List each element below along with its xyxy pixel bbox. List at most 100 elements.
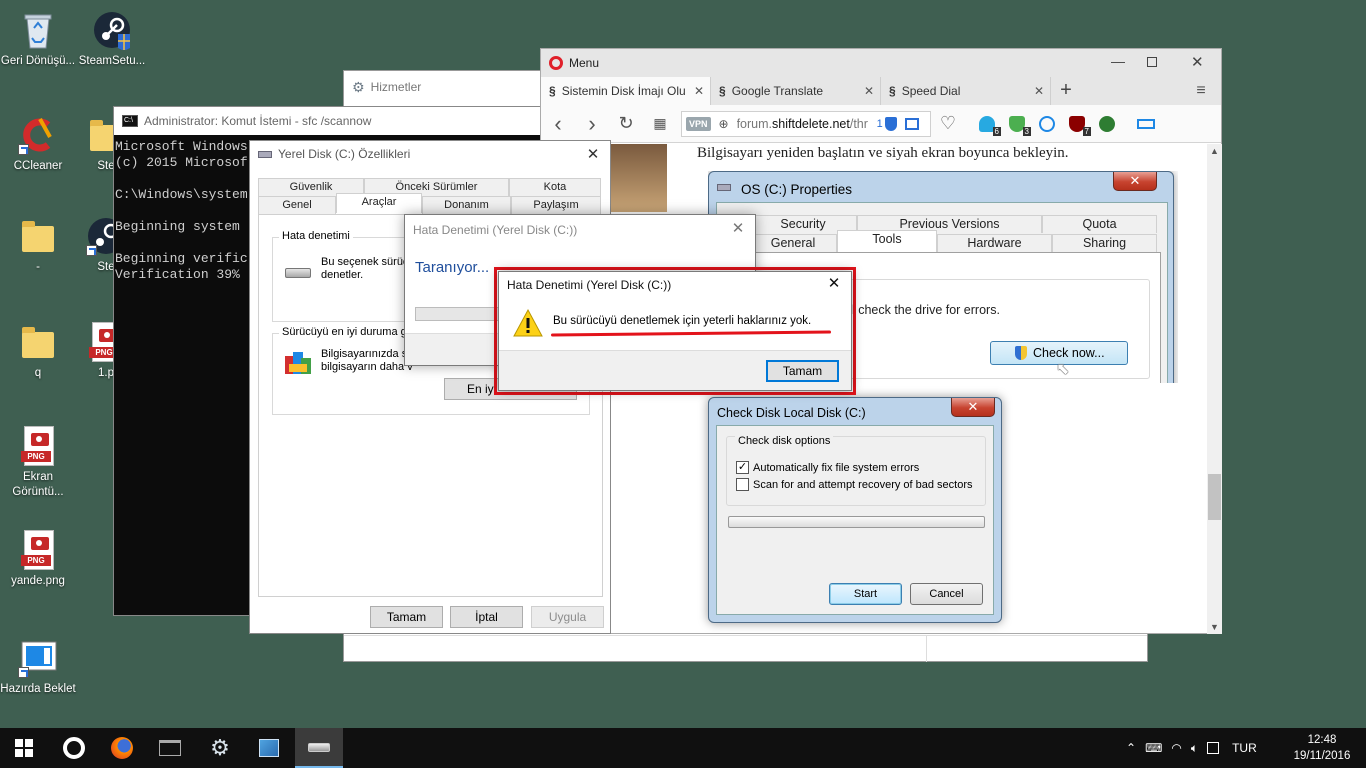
tab-google-translate[interactable]: § Google Translate ✕ (711, 77, 881, 105)
language-indicator[interactable]: TUR (1232, 741, 1257, 755)
volume-icon[interactable]: 🔈︎ (1191, 741, 1198, 756)
desktop-icon-ekran-goruntusu[interactable]: PNG Ekran Görüntü... (0, 426, 76, 500)
back-icon[interactable]: ‹ (541, 111, 575, 137)
services-title: Hizmetler (370, 80, 422, 94)
minimize-icon[interactable]: — (1111, 53, 1125, 69)
tab-kota[interactable]: Kota (509, 178, 601, 196)
fix-errors-checkbox[interactable]: ✓ (736, 461, 749, 474)
shield-icon[interactable] (884, 116, 897, 131)
reader-mode-icon[interactable] (904, 117, 919, 130)
hibernate-shortcut-icon (18, 638, 58, 678)
speed-test-extension-icon[interactable] (1039, 115, 1055, 132)
close-icon[interactable]: ✕ (1191, 53, 1204, 71)
taskbar-control-panel[interactable] (245, 728, 293, 768)
start-button[interactable]: Start (829, 583, 902, 605)
taskbar-firefox[interactable] (98, 728, 146, 768)
tab-general[interactable]: General (749, 234, 837, 252)
taskbar-cmd[interactable] (146, 728, 194, 768)
drive-icon (717, 184, 731, 191)
tab-sharing[interactable]: Sharing (1052, 234, 1157, 252)
cancel-button[interactable]: Cancel (910, 583, 983, 605)
services-status-bar (344, 635, 1147, 662)
tab-genel[interactable]: Genel (258, 196, 336, 214)
mouse-cursor-icon: ⬉ (1056, 361, 1070, 378)
error-dialog-title: Hata Denetimi (Yerel Disk (C:)) (507, 278, 672, 292)
reload-icon[interactable]: ↻ (609, 113, 643, 134)
tab-donanim[interactable]: Donanım (422, 196, 511, 214)
taskbar-opera[interactable] (50, 728, 98, 768)
error-dialog-titlebar[interactable]: Hata Denetimi (Yerel Disk (C:)) (499, 272, 851, 298)
tab-hardware[interactable]: Hardware (937, 234, 1052, 252)
new-tab-button[interactable]: + (1051, 77, 1081, 105)
check-disk-title: Check Disk Local Disk (C:) (717, 406, 866, 420)
desktop-icon-recycle-bin[interactable]: Geri Dönüşü... (0, 10, 76, 69)
desktop-icon-dash-folder[interactable]: - (0, 216, 76, 275)
desktop-icon-ccleaner[interactable]: CCleaner (0, 115, 76, 174)
opera-menu-button[interactable]: Menu (569, 56, 599, 70)
opera-titlebar[interactable]: Menu — ✕ (541, 49, 1221, 77)
show-hidden-icons-chevron[interactable]: ⌃ (1126, 741, 1136, 755)
close-icon[interactable]: ✕ (823, 274, 845, 294)
ghostery-extension-icon[interactable]: 6 (979, 115, 1001, 136)
ok-button[interactable]: Tamam (766, 360, 839, 382)
properties-title: Yerel Disk (C:) Özellikleri (278, 147, 411, 161)
shortcut-arrow-icon (18, 667, 29, 678)
cmd-icon (159, 740, 181, 756)
ublock-extension-icon[interactable]: 7 (1069, 115, 1091, 136)
tab-quota[interactable]: Quota (1042, 215, 1157, 233)
adguard-extension-icon[interactable]: 3 (1009, 115, 1031, 136)
close-button[interactable]: ✕ (1113, 172, 1157, 191)
globe-extension-icon[interactable] (1099, 115, 1115, 132)
tab-close-icon[interactable]: ✕ (694, 84, 704, 98)
desktop-icon-yande-png[interactable]: PNG yande.png (0, 530, 76, 589)
desktop-icon-q-folder[interactable]: q (0, 322, 76, 381)
tab-close-icon[interactable]: ✕ (1034, 84, 1044, 98)
taskbar-disk-properties[interactable] (295, 728, 343, 768)
scan-sectors-checkbox-row[interactable]: Scan for and attempt recovery of bad sec… (736, 478, 973, 491)
error-dialog[interactable]: Hata Denetimi (Yerel Disk (C:)) ✕ Bu sür… (498, 271, 852, 391)
close-icon[interactable]: ✕ (727, 219, 749, 239)
close-button[interactable]: ✕ (951, 398, 995, 417)
tab-close-icon[interactable]: ✕ (864, 84, 874, 98)
close-icon[interactable]: ✕ (582, 145, 604, 165)
cmd-titlebar[interactable]: C:\ Administrator: Komut İstemi - sfc /s… (114, 107, 542, 135)
tab-araclar[interactable]: Araçlar (336, 193, 422, 213)
maximize-icon[interactable] (1147, 57, 1157, 67)
fix-errors-checkbox-row[interactable]: ✓ Automatically fix file system errors (736, 461, 919, 474)
check-disk-window[interactable]: Check Disk Local Disk (C:) ✕ Check disk … (708, 397, 1002, 623)
taskbar-services[interactable]: ⚙ (196, 728, 244, 768)
recycle-bin-icon (18, 10, 58, 50)
error-message: Bu sürücüyü denetlemek için yeterli hakl… (553, 315, 812, 327)
globe-icon: ⊕ (718, 116, 729, 131)
tab-shiftdelete[interactable]: § Sistemin Disk İmajı Olu ✕ (541, 77, 711, 105)
cancel-button[interactable]: İptal (450, 606, 523, 628)
ok-button[interactable]: Tamam (370, 606, 443, 628)
properties-titlebar[interactable]: Yerel Disk (C:) Özellikleri (250, 141, 610, 167)
desktop-icon-label: yande.png (11, 575, 65, 587)
wifi-icon[interactable]: ◠ (1171, 741, 1181, 755)
clock[interactable]: 12:48 19/11/2016 (1284, 732, 1360, 764)
speed-dial-grid-icon[interactable]: ▦ (643, 115, 677, 132)
address-field[interactable]: VPN ⊕ forum.shiftdelete.net/thr 1 (681, 110, 931, 137)
tab-paylasim[interactable]: Paylaşım (511, 196, 601, 214)
battery-icon[interactable] (1137, 118, 1155, 129)
bookmark-heart-icon[interactable]: ♡ (931, 113, 965, 134)
scan-sectors-checkbox[interactable] (736, 478, 749, 491)
action-center-icon[interactable] (1207, 742, 1220, 754)
vpn-badge[interactable]: VPN (686, 116, 711, 131)
desktop-icon-steamsetup[interactable]: SteamSetu... (74, 10, 150, 69)
start-button[interactable] (0, 728, 48, 768)
tab-tools[interactable]: Tools (837, 230, 937, 252)
keyboard-icon[interactable]: ⌨ (1145, 741, 1162, 755)
check-disk-options-group: Check disk options ✓ Automatically fix f… (726, 435, 986, 506)
folder-icon (18, 322, 58, 362)
scanning-dialog-titlebar[interactable]: Hata Denetimi (Yerel Disk (C:)) (405, 215, 755, 245)
page-scrollbar[interactable]: ▲ ▼ (1207, 144, 1222, 634)
desktop-icon-label: Hazırda Beklet (0, 683, 76, 695)
tab-menu-icon[interactable]: ≡ (1181, 77, 1221, 105)
scrollbar-thumb[interactable] (1208, 474, 1221, 520)
tab-speed-dial[interactable]: § Speed Dial ✕ (881, 77, 1051, 105)
forward-icon[interactable]: › (575, 111, 609, 137)
apply-button[interactable]: Uygula (531, 606, 604, 628)
desktop-icon-hazirda-beklet[interactable]: Hazırda Beklet (0, 638, 76, 697)
